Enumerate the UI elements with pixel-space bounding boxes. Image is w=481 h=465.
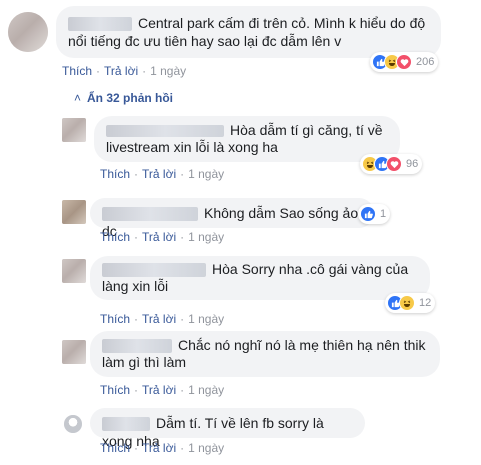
reply-bubble: Hòa dẫm tí gì căng, tí về livestream xin… <box>94 116 400 162</box>
reply-bubble: Không dẫm Sao sống ảo dc <box>90 198 374 239</box>
love-reaction-icon <box>386 156 402 172</box>
separator-dot: · <box>134 230 139 244</box>
replier-name[interactable] <box>102 417 150 432</box>
replier-name[interactable] <box>102 207 198 222</box>
hide-replies-label: Ẩn 32 phản hồi <box>87 91 174 105</box>
separator-dot: · <box>180 167 185 181</box>
comment-bubble: Central park cấm đi trên cỏ. Mình k hiểu… <box>56 6 441 58</box>
reply-actions: Thích · Trả lời · 1 ngày <box>100 312 224 326</box>
reaction-summary[interactable]: 96 <box>360 154 423 174</box>
separator-dot: · <box>134 167 139 181</box>
separator-dot: · <box>180 441 185 455</box>
reply-bubble: Dẫm tí. Tí về lên fb sorry là xong nha <box>90 408 365 449</box>
reaction-summary[interactable]: 12 <box>385 293 436 313</box>
reaction-count: 12 <box>419 297 432 309</box>
reply-actions: Thích · Trả lời · 1 ngày <box>100 383 224 397</box>
like-link[interactable]: Thích <box>100 230 130 244</box>
replier-name[interactable] <box>106 125 224 138</box>
reply-avatar[interactable] <box>64 415 82 433</box>
reaction-count: 206 <box>416 56 435 68</box>
reply-actions: Thích · Trả lời · 1 ngày <box>100 167 224 181</box>
like-link[interactable]: Thích <box>100 167 130 181</box>
reaction-count: 96 <box>406 158 419 170</box>
like-reaction-icon <box>360 206 376 222</box>
separator-dot: · <box>134 383 139 397</box>
comment-actions: Thích · Trả lời · 1 ngày <box>62 64 186 78</box>
like-link[interactable]: Thích <box>100 441 130 455</box>
reply-link[interactable]: Trả lời <box>142 167 176 181</box>
chevron-up-icon: ˄ <box>74 91 82 105</box>
timestamp[interactable]: 1 ngày <box>188 312 224 326</box>
like-link[interactable]: Thích <box>100 312 130 326</box>
separator-dot: · <box>180 312 185 326</box>
commenter-name[interactable] <box>68 17 132 32</box>
timestamp[interactable]: 1 ngày <box>188 167 224 181</box>
reply-avatar[interactable] <box>62 259 86 283</box>
separator-dot: · <box>180 383 185 397</box>
reply-bubble: Hòa Sorry nha .cô gái vàng của làng xin … <box>90 256 430 300</box>
hide-replies-toggle[interactable]: ˄ Ẩn 32 phản hồi <box>74 91 173 105</box>
avatar[interactable] <box>8 12 48 52</box>
timestamp[interactable]: 1 ngày <box>188 230 224 244</box>
separator-dot: · <box>96 64 101 78</box>
reaction-summary[interactable]: 1 <box>358 204 391 224</box>
reply-link[interactable]: Trả lời <box>104 64 138 78</box>
love-reaction-icon <box>396 54 412 70</box>
reaction-summary[interactable]: 206 <box>370 52 439 72</box>
timestamp[interactable]: 1 ngày <box>188 383 224 397</box>
replier-name[interactable] <box>102 339 172 354</box>
reply-avatar[interactable] <box>62 118 86 142</box>
reply-actions: Thích · Trả lời · 1 ngày <box>100 230 224 244</box>
timestamp[interactable]: 1 ngày <box>188 441 224 455</box>
separator-dot: · <box>134 441 139 455</box>
replier-name[interactable] <box>102 263 206 278</box>
timestamp[interactable]: 1 ngày <box>150 64 186 78</box>
reply-bubble: Chắc nó nghĩ nó là mẹ thiên hạ nên thik … <box>90 331 440 377</box>
reply-link[interactable]: Trả lời <box>142 441 176 455</box>
like-link[interactable]: Thích <box>62 64 92 78</box>
reply-link[interactable]: Trả lời <box>142 230 176 244</box>
separator-dot: · <box>142 64 147 78</box>
reply-avatar[interactable] <box>62 340 86 364</box>
reply-link[interactable]: Trả lời <box>142 383 176 397</box>
reply-link[interactable]: Trả lời <box>142 312 176 326</box>
like-link[interactable]: Thích <box>100 383 130 397</box>
reply-avatar[interactable] <box>62 200 86 224</box>
reply-actions: Thích · Trả lời · 1 ngày <box>100 441 224 455</box>
reaction-count: 1 <box>380 208 387 220</box>
separator-dot: · <box>134 312 139 326</box>
haha-reaction-icon <box>399 295 415 311</box>
separator-dot: · <box>180 230 185 244</box>
